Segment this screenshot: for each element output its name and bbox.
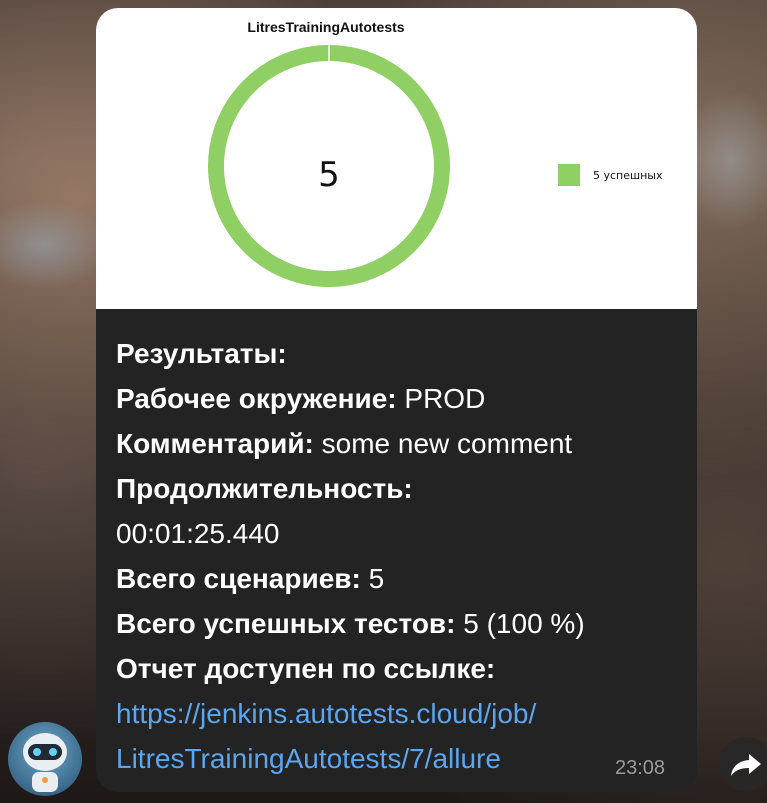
duration-value: 00:01:25.440 xyxy=(116,518,280,549)
robot-avatar-icon[interactable] xyxy=(8,722,82,796)
duration-label: Продолжительность: xyxy=(116,473,413,504)
report-link-line1[interactable]: https://jenkins.autotests.cloud/job/ xyxy=(116,698,536,729)
passed-label: Всего успешных тестов: xyxy=(116,608,456,639)
comment-label: Комментарий: xyxy=(116,428,314,459)
environment-label: Рабочее окружение: xyxy=(116,383,397,414)
report-link-line2[interactable]: LitresTrainingAutotests/7/allure xyxy=(116,743,501,774)
chart-image[interactable]: LitresTrainingAutotests 5 5 успешных xyxy=(96,8,697,309)
comment-value: some new comment xyxy=(321,428,573,459)
passed-value: 5 (100 %) xyxy=(463,608,585,639)
background-wave xyxy=(0,200,110,290)
scenarios-value: 5 xyxy=(368,563,385,594)
report-label: Отчет доступен по ссылке: xyxy=(116,653,496,684)
message-text: Результаты: Рабочее окружение: PROD Комм… xyxy=(116,331,686,781)
message-time: 23:08 xyxy=(615,757,666,779)
share-arrow-icon xyxy=(731,754,761,776)
scenarios-label: Всего сценариев: xyxy=(116,563,361,594)
message-bubble[interactable]: LitresTrainingAutotests 5 5 успешных Рез… xyxy=(96,8,697,792)
legend-swatch xyxy=(558,164,580,186)
chart-legend: 5 успешных xyxy=(558,164,663,186)
results-label: Результаты: xyxy=(116,338,287,369)
share-button[interactable] xyxy=(719,737,767,791)
legend-label: 5 успешных xyxy=(593,169,663,182)
environment-value: PROD xyxy=(404,383,486,414)
donut-chart: LitresTrainingAutotests 5 5 успешных xyxy=(208,19,663,287)
chart-title: LitresTrainingAutotests xyxy=(247,19,404,35)
center-label: 5 xyxy=(318,155,340,195)
